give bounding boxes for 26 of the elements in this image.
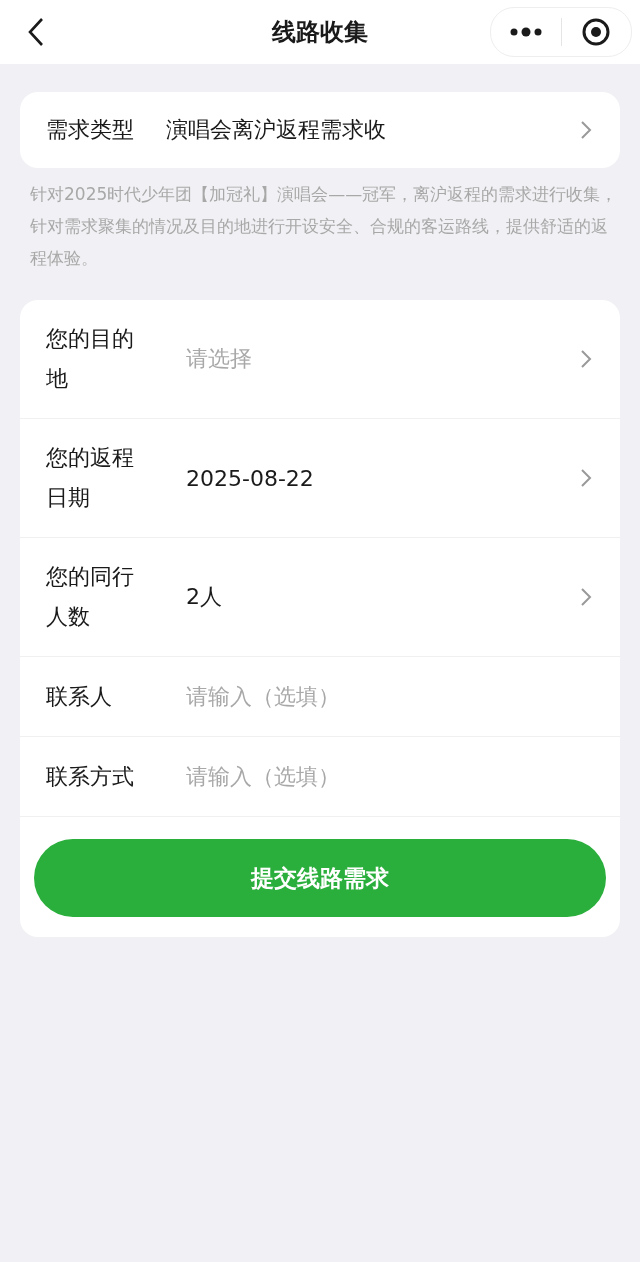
description-text: 针对2025时代少年团【加冠礼】演唱会——冠军，离沪返程的需求进行收集，针对需求聚集的情况及目的地进行开设安全、合规的客运路线，提供舒适的返程体验。 [30, 183, 619, 270]
back-button[interactable] [26, 16, 46, 48]
chevron-right-icon [580, 468, 592, 488]
field-label: 您的返程日期 [46, 444, 135, 512]
chevron-right-icon [580, 349, 592, 369]
field-value: 2人 [186, 583, 223, 611]
field-label: 联系人 [46, 682, 113, 711]
form-row[interactable]: 您的返程日期 2025-08-22 [20, 419, 620, 538]
field-placeholder: 请选择 [186, 345, 253, 373]
back-icon [26, 16, 46, 48]
input-field[interactable]: 请输入（选填） [186, 764, 592, 789]
field-label: 您的同行人数 [46, 563, 135, 631]
page-title: 线路收集 [272, 18, 368, 46]
field-value: 演唱会离沪返程需求收 [166, 116, 387, 144]
target-icon [582, 18, 611, 46]
field-label: 需求类型 [46, 116, 135, 144]
chevron-right-icon [580, 120, 592, 140]
field-label: 您的目的地 [46, 325, 135, 393]
chevron-right-icon [580, 587, 592, 607]
type-row[interactable]: 需求类型 演唱会离沪返程需求收 [20, 92, 620, 168]
field-label: 联系方式 [46, 762, 135, 791]
form-row[interactable]: 您的目的地 请选择 [20, 300, 620, 419]
form-row[interactable]: 您的同行人数 2人 [20, 538, 620, 657]
more-icon [509, 27, 542, 37]
input-field[interactable]: 请输入（选填） [186, 684, 592, 709]
field-value: 2025-08-22 [186, 465, 315, 491]
